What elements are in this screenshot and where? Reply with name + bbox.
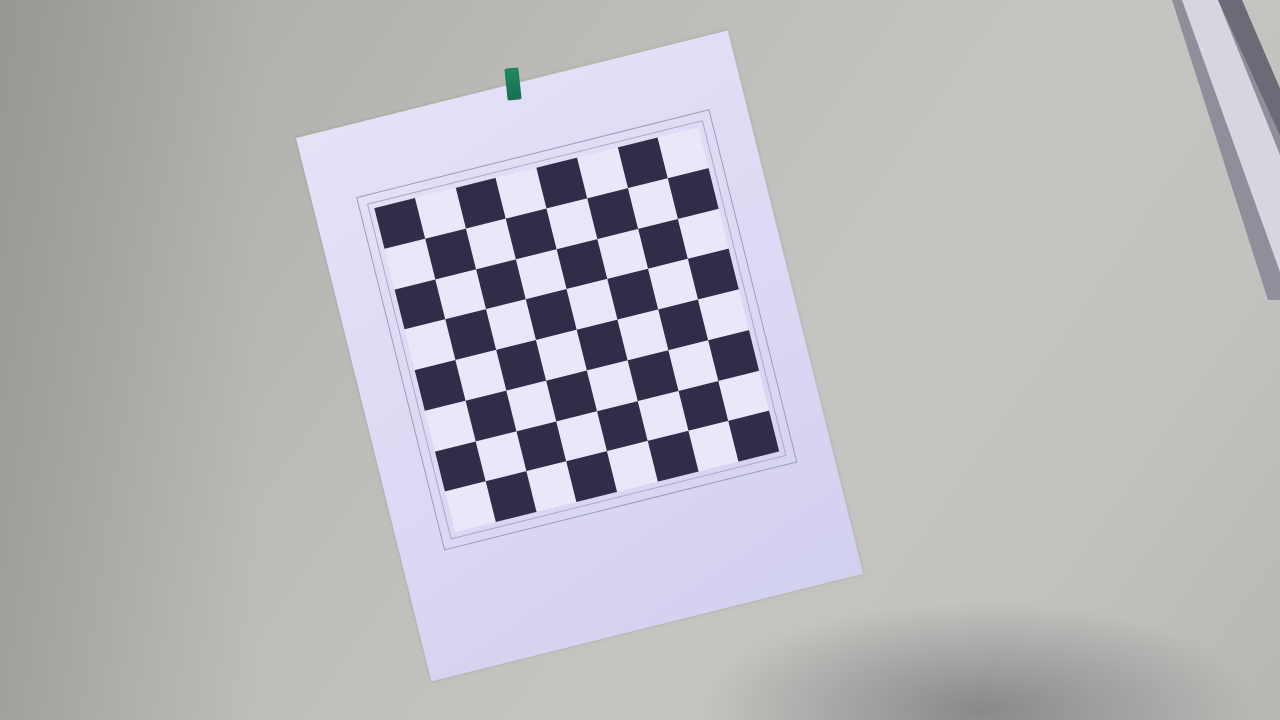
photo-scene xyxy=(0,0,1280,720)
printed-paper-sheet xyxy=(296,30,864,682)
green-tape-piece xyxy=(504,67,522,101)
board-outer-frame xyxy=(356,109,798,551)
wall-shadow xyxy=(0,0,260,720)
door-frame-edge xyxy=(1172,0,1280,300)
